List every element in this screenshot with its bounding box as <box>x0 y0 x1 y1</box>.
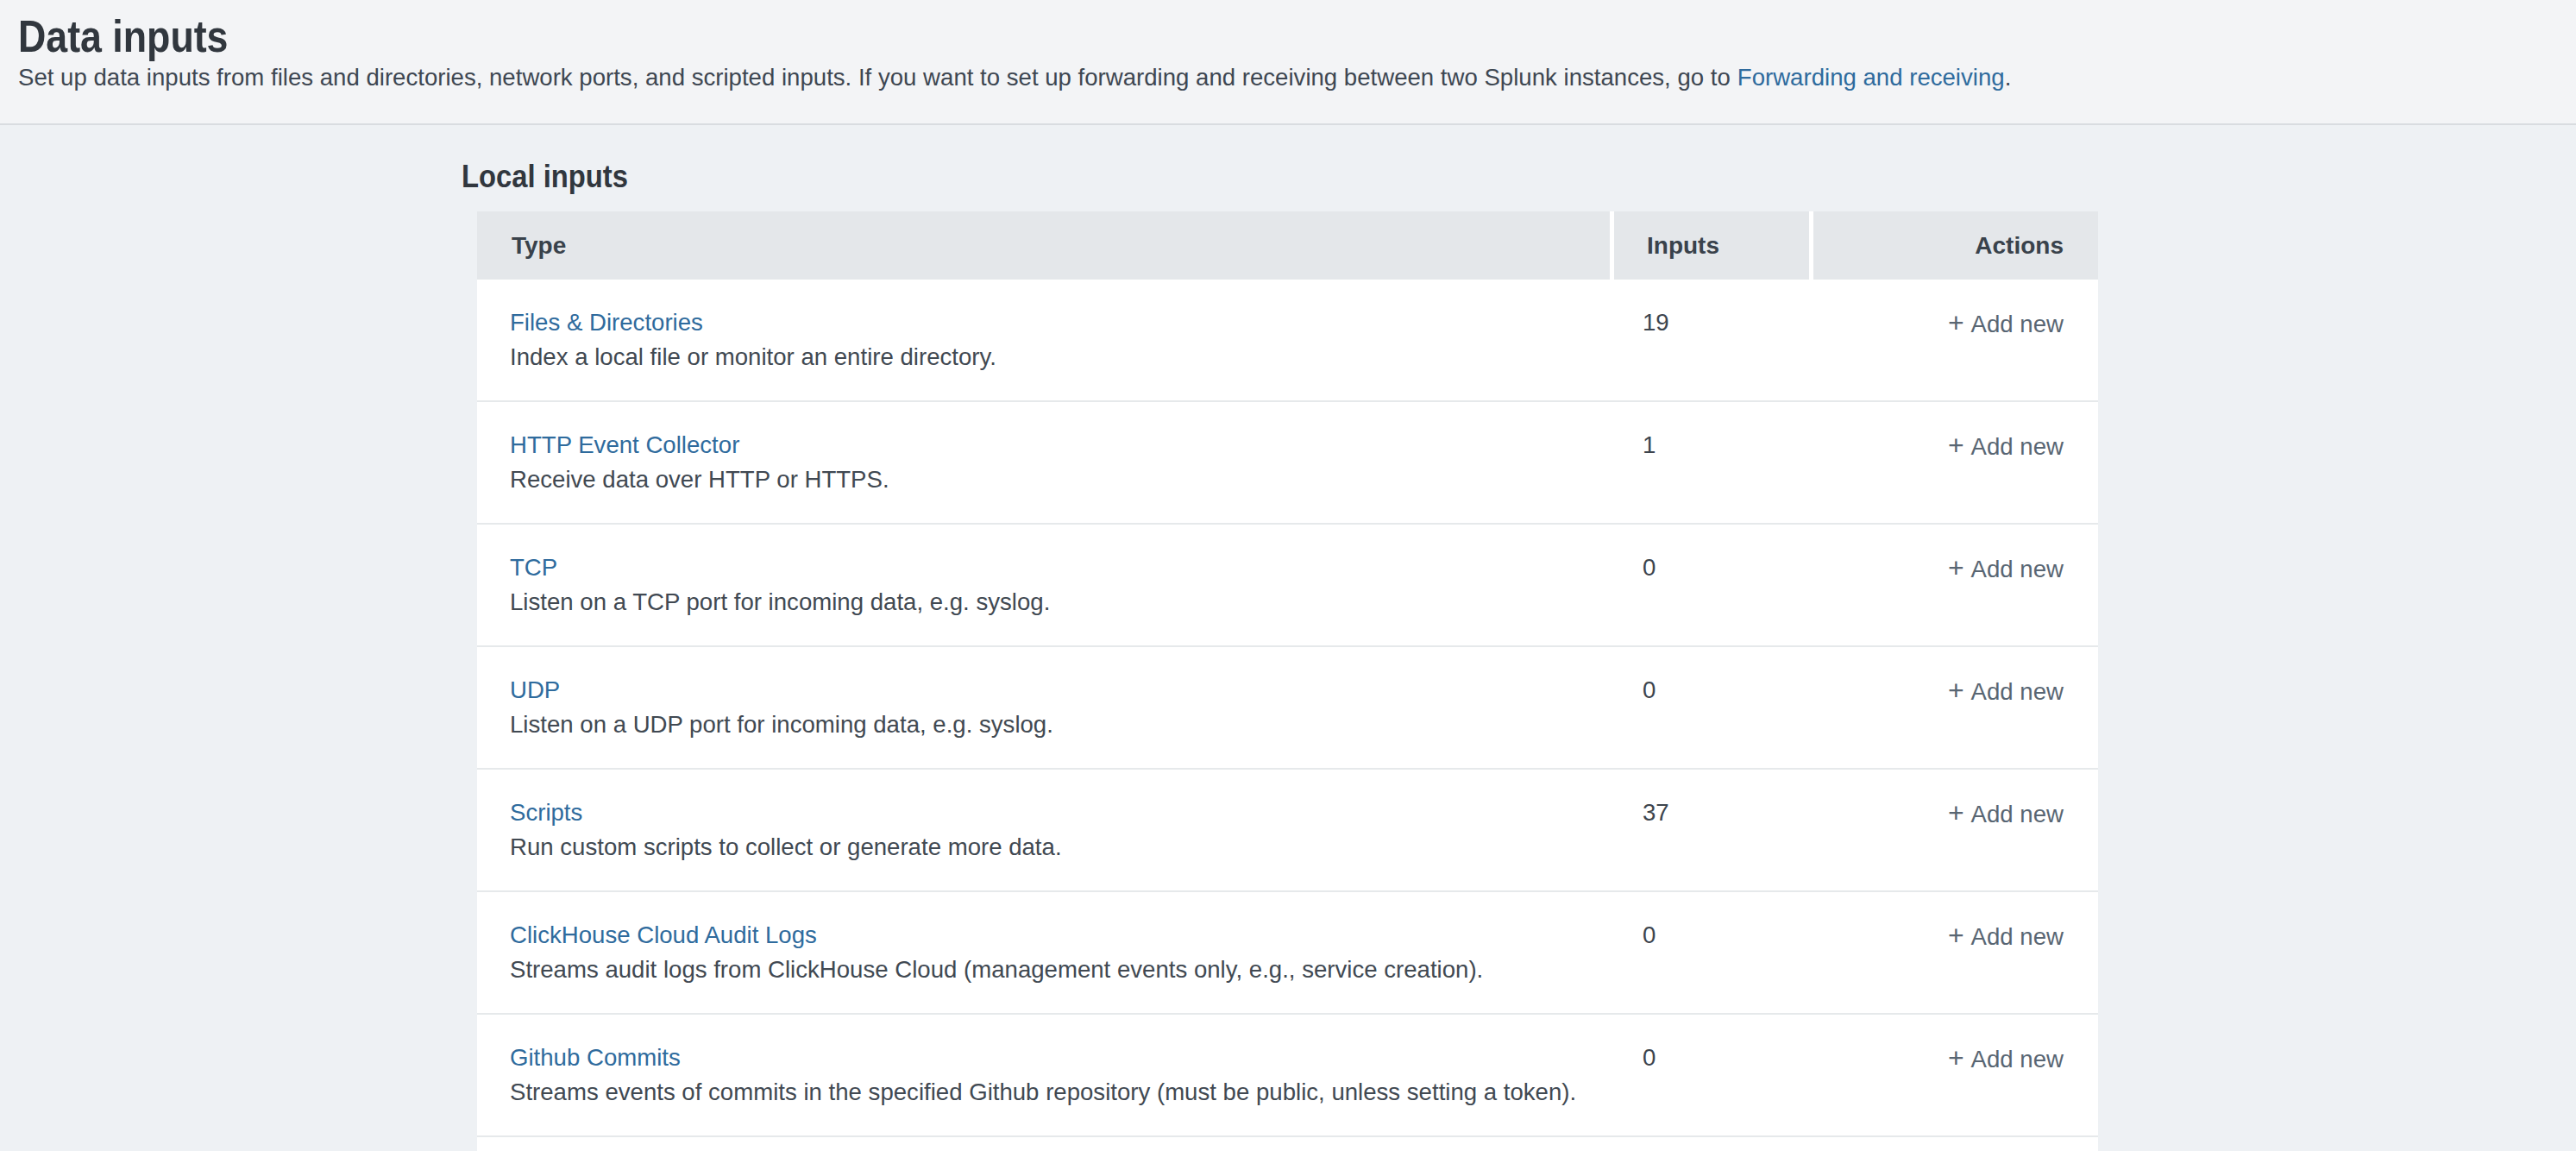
table-row-files-directories: Files & Directories Index a local file o… <box>477 280 2098 402</box>
type-cell: UDP Listen on a UDP port for incoming da… <box>477 647 1610 768</box>
input-type-description: Receive data over HTTP or HTTPS. <box>510 462 1610 497</box>
column-header-type[interactable]: Type <box>477 211 1610 280</box>
plus-icon: + <box>1948 797 1964 828</box>
add-new-label: Add new <box>1971 923 2064 950</box>
add-new-label: Add new <box>1971 311 2064 337</box>
add-new-link[interactable]: + Add new <box>1948 923 2064 950</box>
add-new-label: Add new <box>1971 1046 2064 1072</box>
subtitle-period: . <box>2005 64 2012 91</box>
input-type-description: Run custom scripts to collect or generat… <box>510 829 1610 865</box>
input-type-description: Index a local file or monitor an entire … <box>510 339 1610 374</box>
add-new-link[interactable]: +Add new <box>1948 556 2064 582</box>
content-area: Local inputs Type Inputs Actions Files &… <box>0 125 2576 1151</box>
table-row-github-commits: Github Commits Streams events of commits… <box>477 1015 2098 1137</box>
add-new-link[interactable]: + Add new <box>1948 433 2064 460</box>
table-row-udp: UDP Listen on a UDP port for incoming da… <box>477 647 2098 770</box>
local-inputs-table: Type Inputs Actions Files & Directories … <box>477 211 2098 1151</box>
add-new-label: Add new <box>1971 433 2064 460</box>
input-type-link[interactable]: Files & Directories <box>510 306 1610 339</box>
add-new-link[interactable]: +Add new <box>1948 1046 2064 1072</box>
table-row-clickhouse-cloud-audit-logs: ClickHouse Cloud Audit Logs Streams audi… <box>477 892 2098 1015</box>
add-new-link[interactable]: +Add new <box>1948 311 2064 337</box>
local-inputs-heading: Local inputs <box>462 158 2385 196</box>
input-type-link[interactable]: TCP <box>510 551 1610 584</box>
plus-icon: + <box>1948 920 1964 951</box>
inputs-count: 1 <box>1610 402 1809 523</box>
add-new-link[interactable]: + Add new <box>1948 678 2064 705</box>
input-type-link[interactable]: HTTP Event Collector <box>510 429 1610 462</box>
input-type-description: Streams audit logs from ClickHouse Cloud… <box>510 952 1610 987</box>
actions-cell: + Add new <box>1809 402 2098 523</box>
actions-cell: + Add new <box>1809 1015 2098 1135</box>
input-type-description: Listen on a UDP port for incoming data, … <box>510 707 1610 742</box>
table-row-scripts: Scripts Run custom scripts to collect or… <box>477 770 2098 892</box>
type-cell: Files & Directories Index a local file o… <box>477 280 1610 400</box>
table-header-row: Type Inputs Actions <box>477 211 2098 280</box>
inputs-count: 37 <box>1610 770 1809 890</box>
inputs-count: 0 <box>1610 525 1809 645</box>
table-row-tcp: TCP Listen on a TCP port for incoming da… <box>477 525 2098 647</box>
plus-icon: + <box>1948 552 1964 583</box>
type-cell: TCP Listen on a TCP port for incoming da… <box>477 525 1610 645</box>
page-subtitle: Set up data inputs from files and direct… <box>18 63 2541 92</box>
page-header: Data inputs Set up data inputs from file… <box>0 0 2576 125</box>
add-new-link[interactable]: +Add new <box>1948 801 2064 827</box>
subtitle-text: Set up data inputs from files and direct… <box>18 64 1731 91</box>
add-new-label: Add new <box>1971 678 2064 705</box>
input-type-description: Streams events of commits in the specifi… <box>510 1074 1610 1110</box>
input-type-link[interactable]: UDP <box>510 674 1610 707</box>
actions-cell: + Add new <box>1809 892 2098 1013</box>
inputs-count: 19 <box>1610 280 1809 400</box>
plus-icon: + <box>1948 1042 1964 1073</box>
page-title: Data inputs <box>18 10 2189 62</box>
input-type-description: Listen on a TCP port for incoming data, … <box>510 584 1610 620</box>
plus-icon: + <box>1948 307 1964 338</box>
table-row-http-event-collector: HTTP Event Collector Receive data over H… <box>477 402 2098 525</box>
column-header-actions: Actions <box>1809 211 2098 280</box>
column-header-inputs[interactable]: Inputs <box>1610 211 1809 280</box>
forwarding-and-receiving-link[interactable]: Forwarding and receiving <box>1737 64 2005 91</box>
add-new-label: Add new <box>1971 556 2064 582</box>
actions-cell: + Add new <box>1809 280 2098 400</box>
type-cell: HTTP Event Collector Receive data over H… <box>477 402 1610 523</box>
actions-cell: + Add new <box>1809 525 2098 645</box>
table-body-overflow <box>477 1137 2098 1151</box>
inputs-count: 0 <box>1610 1015 1809 1135</box>
input-type-link[interactable]: Github Commits <box>510 1041 1610 1074</box>
inputs-count: 0 <box>1610 892 1809 1013</box>
type-cell: ClickHouse Cloud Audit Logs Streams audi… <box>477 892 1610 1013</box>
input-type-link[interactable]: ClickHouse Cloud Audit Logs <box>510 919 1610 952</box>
inputs-count: 0 <box>1610 647 1809 768</box>
input-type-link[interactable]: Scripts <box>510 796 1610 829</box>
actions-cell: + Add new <box>1809 770 2098 890</box>
type-cell: Github Commits Streams events of commits… <box>477 1015 1610 1135</box>
actions-cell: + Add new <box>1809 647 2098 768</box>
plus-icon: + <box>1948 430 1964 461</box>
type-cell: Scripts Run custom scripts to collect or… <box>477 770 1610 890</box>
add-new-label: Add new <box>1971 801 2064 827</box>
plus-icon: + <box>1948 675 1964 706</box>
